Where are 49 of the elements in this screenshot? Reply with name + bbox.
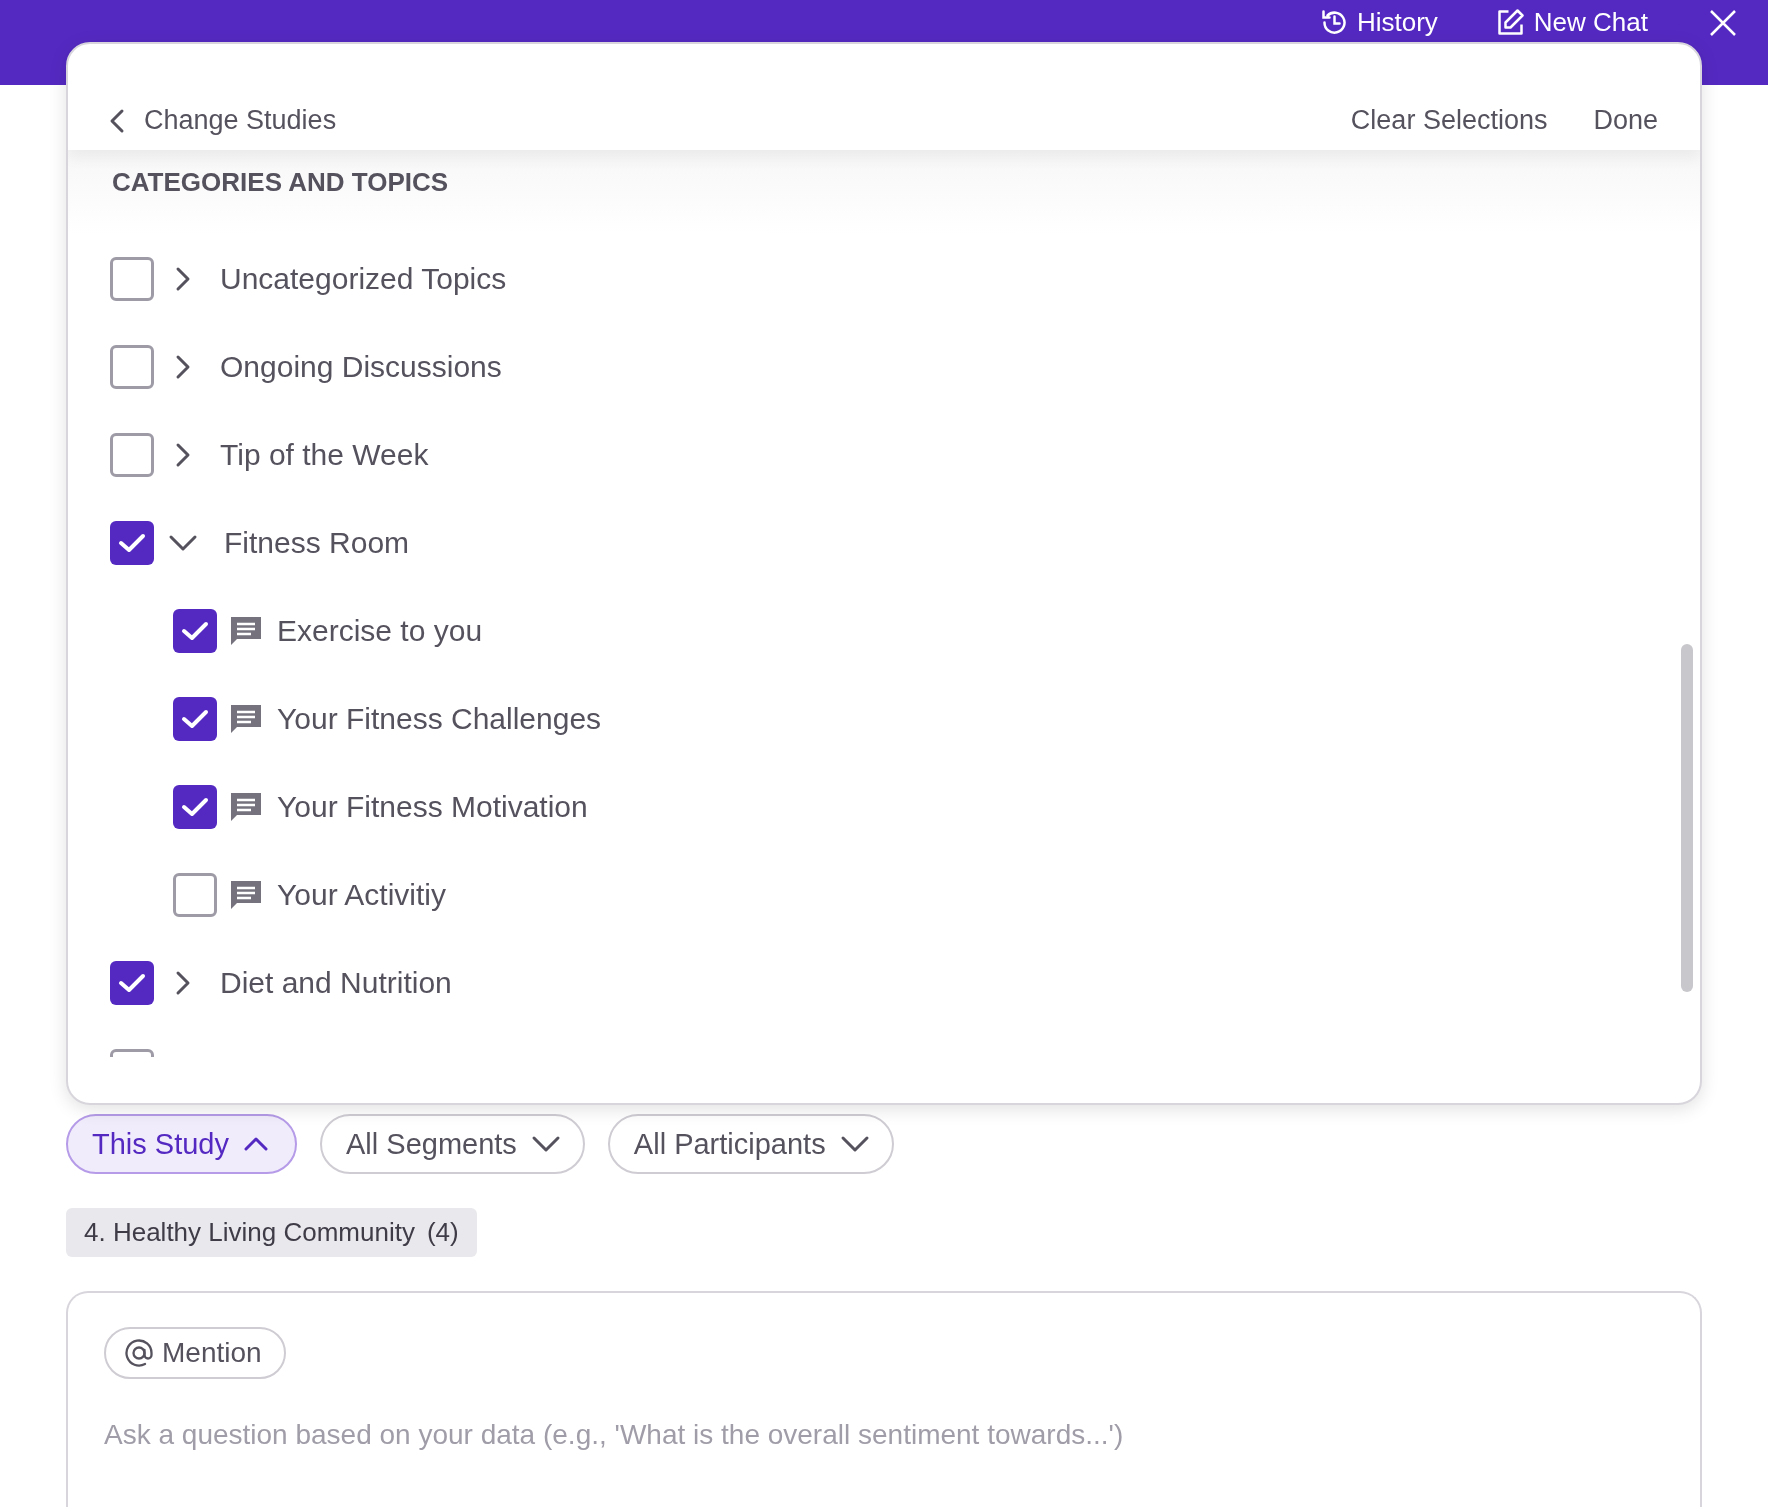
checkbox[interactable] xyxy=(110,521,154,565)
checkbox[interactable] xyxy=(173,785,217,829)
study-name: 4. Healthy Living Community xyxy=(84,1217,415,1248)
topic-label: Fitness Room xyxy=(224,526,410,560)
checkbox[interactable] xyxy=(173,697,217,741)
scrollbar[interactable] xyxy=(1681,644,1693,992)
header-button[interactable]: New Chat xyxy=(1497,8,1648,36)
filter-dropdown[interactable]: All Segments xyxy=(320,1114,585,1174)
checkbox[interactable] xyxy=(173,609,217,653)
checkbox[interactable] xyxy=(173,873,217,917)
study-count: (4) xyxy=(426,1217,459,1248)
checkbox[interactable] xyxy=(110,257,154,301)
section-title: CATEGORIES AND TOPICS xyxy=(112,167,449,198)
topic-label: Your Fitness Challenges xyxy=(277,702,602,736)
topic-label: Your Fitness Motivation xyxy=(277,790,588,824)
close-button[interactable] xyxy=(1708,8,1738,38)
checkbox[interactable] xyxy=(110,961,154,1005)
topic-label: Tip of the Week xyxy=(220,438,429,472)
header-button[interactable]: History xyxy=(1321,8,1438,36)
back-button[interactable]: Change Studies xyxy=(108,105,337,136)
check-icon xyxy=(118,972,146,994)
filter-dropdown[interactable]: This Study xyxy=(66,1114,297,1174)
chevron-icon xyxy=(168,533,198,553)
chat-icon xyxy=(229,615,263,647)
topic-label: Uncategorized Topics xyxy=(220,262,507,296)
topic-label: Ongoing Discussions xyxy=(220,350,502,384)
chevron-icon xyxy=(839,1134,870,1154)
topic-label: Exercise to you xyxy=(277,614,483,648)
at-icon xyxy=(124,1338,154,1368)
edit-icon xyxy=(1497,9,1524,35)
mention-button[interactable]: Mention xyxy=(104,1327,286,1379)
chat-icon xyxy=(229,791,263,823)
checkbox[interactable] xyxy=(110,345,154,389)
filter-dropdown[interactable]: All Participants xyxy=(607,1114,894,1174)
chat-icon xyxy=(229,703,263,735)
chevron-icon xyxy=(530,1134,561,1154)
chat-icon xyxy=(229,879,263,911)
check-icon xyxy=(181,620,209,642)
history-icon xyxy=(1321,9,1347,35)
check-icon xyxy=(181,796,209,818)
check-icon xyxy=(181,708,209,730)
check-icon xyxy=(118,532,146,554)
checkbox[interactable] xyxy=(110,433,154,477)
expand-toggle[interactable] xyxy=(168,533,198,553)
close-icon xyxy=(1708,8,1738,38)
header-action[interactable]: Done xyxy=(1593,105,1658,136)
topic-label: Diet and Nutrition xyxy=(220,966,452,1000)
topic-label: Your Activitiy xyxy=(277,878,446,912)
header-action[interactable]: Clear Selections xyxy=(1350,105,1548,136)
